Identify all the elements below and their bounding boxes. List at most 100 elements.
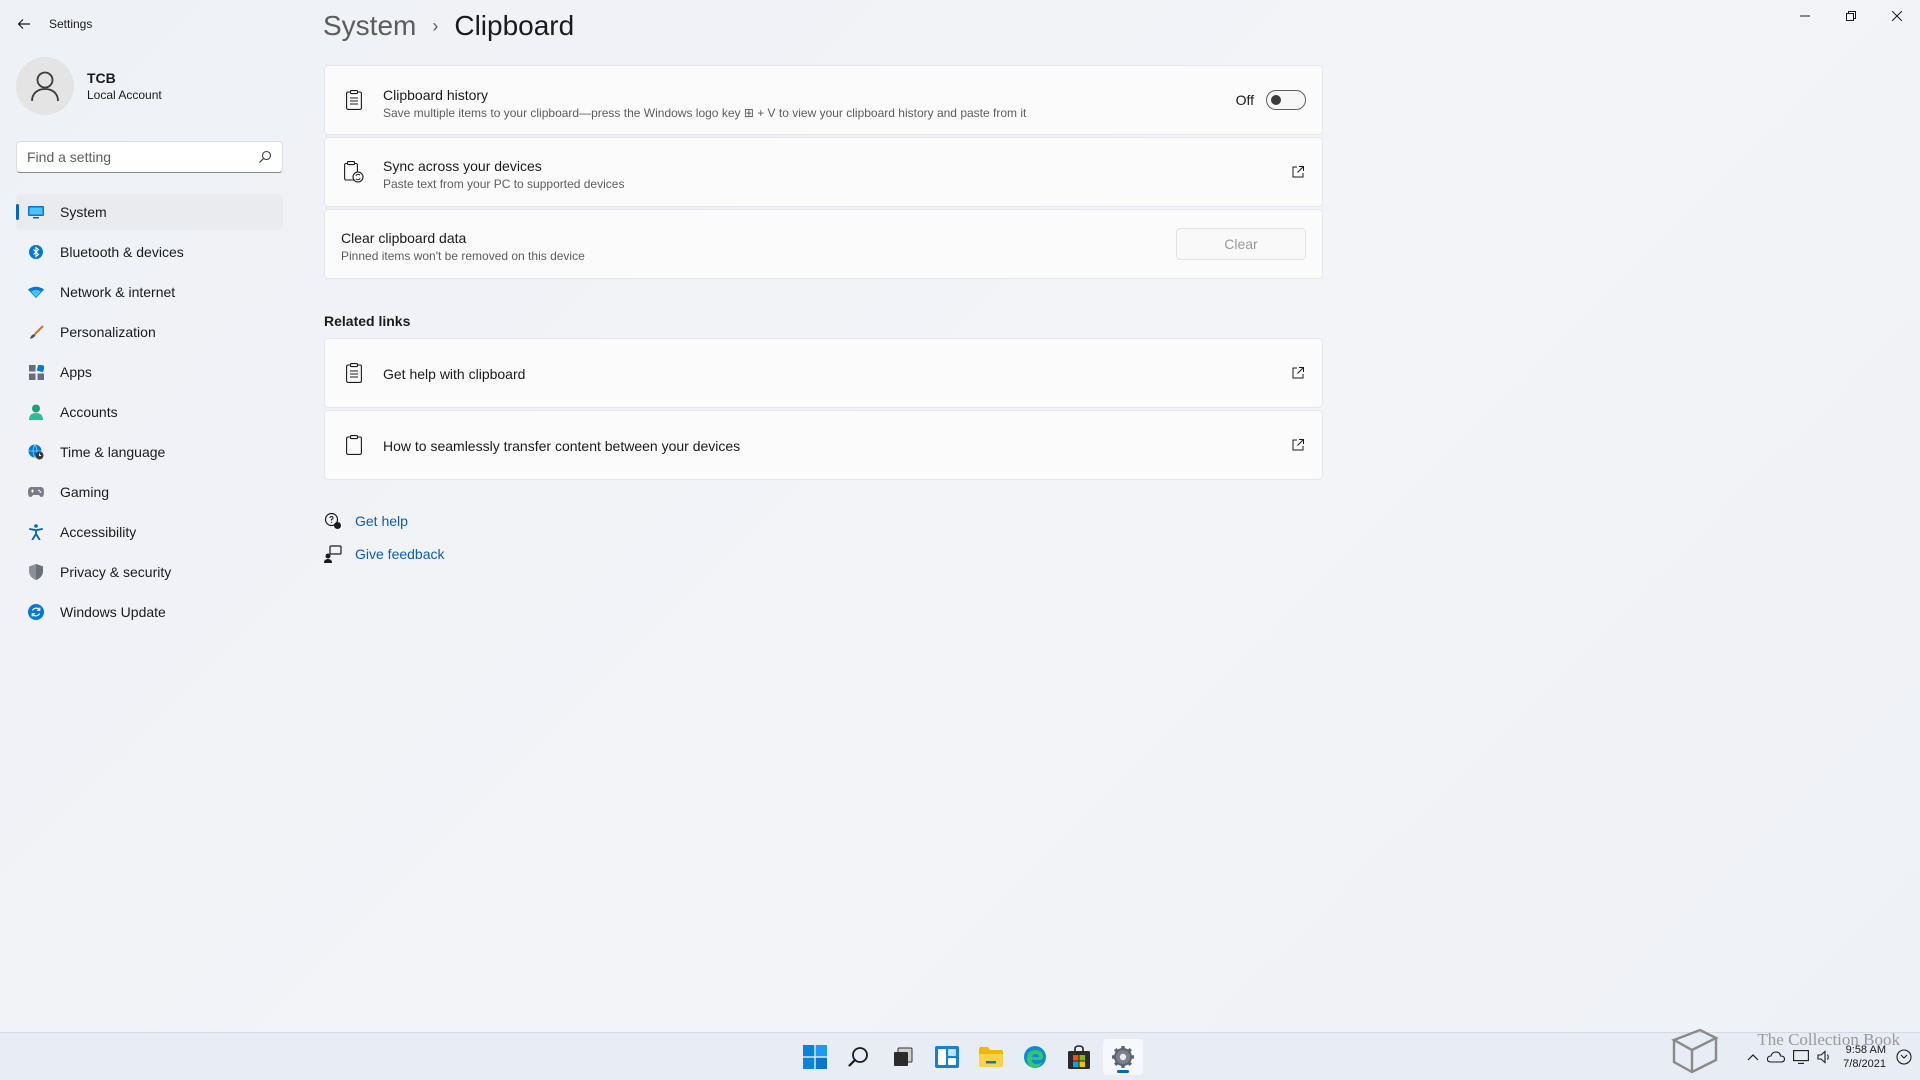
clear-button[interactable]: Clear xyxy=(1176,228,1306,260)
cloud-icon xyxy=(1767,1051,1786,1063)
clipboard-icon xyxy=(343,434,365,456)
sidebar-item-windows-update[interactable]: Windows Update xyxy=(16,594,283,630)
minimize-icon xyxy=(1800,15,1810,17)
toggle-knob xyxy=(1271,95,1281,105)
clear-clipboard-title: Clear clipboard data xyxy=(341,230,467,246)
clipboard-history-card: Clipboard history Save multiple items to… xyxy=(324,65,1323,135)
sidebar-item-label: Apps xyxy=(60,364,92,380)
sync-devices-card[interactable]: Sync across your devices Paste text from… xyxy=(324,137,1323,207)
sidebar-item-label: Privacy & security xyxy=(60,564,172,580)
close-icon xyxy=(1892,11,1902,21)
restore-button[interactable] xyxy=(1828,0,1874,32)
store-icon xyxy=(1068,1045,1090,1069)
minimize-button[interactable] xyxy=(1782,0,1828,32)
back-button[interactable] xyxy=(10,10,38,38)
sync-devices-title: Sync across your devices xyxy=(383,158,542,174)
restore-icon xyxy=(1846,11,1856,21)
sidebar-item-label: Accounts xyxy=(60,404,118,420)
file-explorer-icon xyxy=(979,1047,1003,1067)
get-help-link[interactable]: Get help xyxy=(324,512,408,530)
related-link-clipboard-help[interactable]: Get help with clipboard xyxy=(324,338,1323,408)
back-arrow-icon xyxy=(17,19,30,29)
widgets-button[interactable] xyxy=(927,1039,967,1075)
notification-icon xyxy=(1896,1049,1912,1065)
brush-icon xyxy=(28,324,44,340)
taskbar: 9:58 AM 7/8/2021 xyxy=(0,1032,1920,1080)
profile-account-type: Local Account xyxy=(87,88,162,102)
profile-name: TCB xyxy=(87,70,116,86)
get-help-label: Get help xyxy=(355,513,408,529)
start-icon xyxy=(803,1045,827,1069)
book-watermark-icon xyxy=(1671,1028,1719,1074)
sidebar-item-accessibility[interactable]: Accessibility xyxy=(16,514,283,550)
sidebar-item-label: Network & internet xyxy=(60,284,176,300)
task-view-button[interactable] xyxy=(883,1039,923,1075)
app-title: Settings xyxy=(49,17,93,31)
wifi-icon xyxy=(28,284,44,300)
sidebar-item-time-language[interactable]: Time & language xyxy=(16,434,283,470)
globe-clock-icon xyxy=(28,444,44,460)
title-bar: Settings xyxy=(0,0,1920,48)
give-feedback-label: Give feedback xyxy=(355,546,445,562)
related-link-transfer-content[interactable]: How to seamlessly transfer content betwe… xyxy=(324,410,1323,480)
clear-clipboard-card: Clear clipboard data Pinned items won't … xyxy=(324,209,1323,279)
give-feedback-link[interactable]: Give feedback xyxy=(324,545,445,563)
edge-button[interactable] xyxy=(1015,1039,1055,1075)
sidebar-item-label: Windows Update xyxy=(60,604,166,620)
user-profile[interactable]: TCB Local Account xyxy=(16,57,162,115)
sidebar-item-apps[interactable]: Apps xyxy=(16,354,283,390)
open-external-icon[interactable] xyxy=(1290,365,1306,381)
window-controls xyxy=(1782,0,1920,32)
related-link-label: How to seamlessly transfer content betwe… xyxy=(383,438,741,454)
sidebar-item-accounts[interactable]: Accounts xyxy=(16,394,283,430)
sidebar-item-gaming[interactable]: Gaming xyxy=(16,474,283,510)
network-display-icon xyxy=(1793,1050,1810,1064)
sync-devices-description: Paste text from your PC to supported dev… xyxy=(383,177,625,191)
volume-tray[interactable] xyxy=(1817,1050,1833,1064)
person-icon xyxy=(28,404,44,420)
sidebar-item-bluetooth[interactable]: Bluetooth & devices xyxy=(16,234,283,270)
shield-icon xyxy=(28,564,44,580)
clipboard-history-description: Save multiple items to your clipboard—pr… xyxy=(383,106,1027,120)
help-chat-icon xyxy=(324,512,341,529)
clipboard-list-icon xyxy=(343,89,365,111)
notifications-button[interactable] xyxy=(1896,1049,1912,1065)
sidebar-item-system[interactable]: System xyxy=(16,194,283,230)
search-input[interactable] xyxy=(17,148,254,166)
update-icon xyxy=(28,604,44,620)
search-box xyxy=(16,141,283,173)
onedrive-tray[interactable] xyxy=(1767,1051,1786,1063)
start-button[interactable] xyxy=(795,1039,835,1075)
sidebar-item-label: Personalization xyxy=(60,324,156,340)
file-explorer-button[interactable] xyxy=(971,1039,1011,1075)
sidebar-item-label: System xyxy=(60,204,107,220)
chevron-up-icon xyxy=(1747,1054,1759,1061)
sidebar-item-network[interactable]: Network & internet xyxy=(16,274,283,310)
sidebar-item-personalization[interactable]: Personalization xyxy=(16,314,283,350)
open-external-icon[interactable] xyxy=(1290,437,1306,453)
network-tray[interactable] xyxy=(1793,1050,1810,1064)
sidebar-item-label: Gaming xyxy=(60,484,110,500)
open-external-icon[interactable] xyxy=(1290,164,1306,180)
close-button[interactable] xyxy=(1874,0,1920,32)
settings-taskbar-button[interactable] xyxy=(1103,1039,1143,1075)
store-button[interactable] xyxy=(1059,1039,1099,1075)
person-avatar-icon xyxy=(31,71,59,102)
clipboard-history-title: Clipboard history xyxy=(383,87,489,103)
bluetooth-icon xyxy=(28,244,44,260)
edge-icon xyxy=(1024,1046,1046,1068)
sidebar-item-privacy-security[interactable]: Privacy & security xyxy=(16,554,283,590)
show-hidden-icons-button[interactable] xyxy=(1747,1052,1759,1062)
watermark-text: The Collection Book xyxy=(1757,1030,1900,1049)
apps-icon xyxy=(28,364,44,380)
clipboard-sync-icon xyxy=(343,161,365,183)
page-title: Clipboard xyxy=(454,10,575,41)
related-links-heading: Related links xyxy=(324,313,411,329)
breadcrumb-parent[interactable]: System xyxy=(323,10,416,42)
taskbar-search-button[interactable] xyxy=(839,1039,879,1075)
clipboard-history-toggle[interactable] xyxy=(1266,90,1306,110)
related-link-label: Get help with clipboard xyxy=(383,366,526,382)
search-icon xyxy=(848,1047,868,1067)
search-icon[interactable] xyxy=(258,150,272,164)
clipboard-list-icon xyxy=(343,362,365,384)
